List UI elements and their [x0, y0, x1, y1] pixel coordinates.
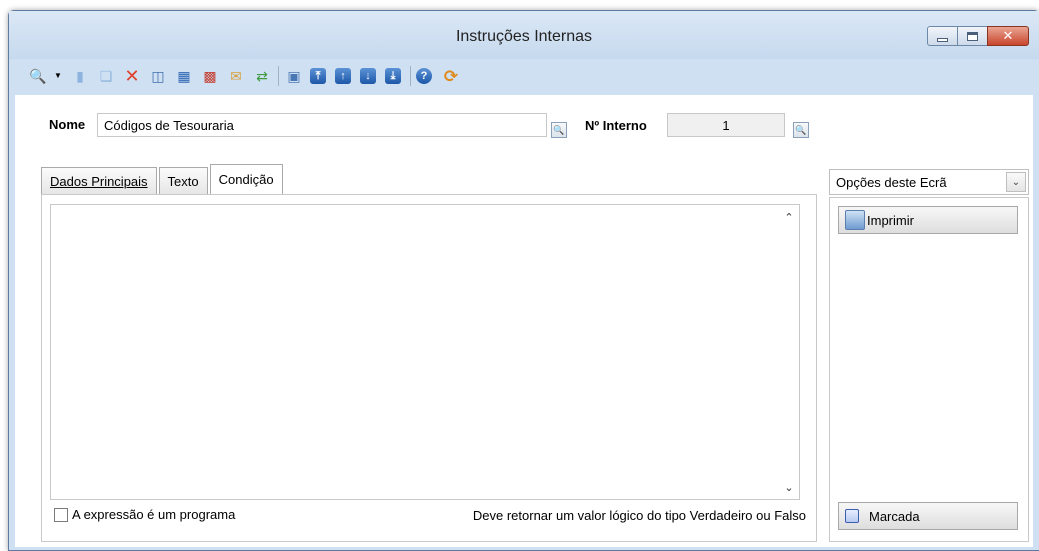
hierarchy-icon[interactable]: ▩ [200, 66, 220, 86]
refresh-icon[interactable]: ⇄ [252, 66, 272, 86]
tab-strip: Dados Principais Texto Condição [41, 163, 285, 195]
screen-options-value: Opções deste Ecrã [836, 175, 947, 190]
copy-icon[interactable]: ❏ [96, 66, 116, 86]
screen-options-dropdown[interactable]: Opções deste Ecrã ⌄ [829, 169, 1029, 195]
program-checkbox[interactable] [54, 507, 68, 522]
properties-icon[interactable]: ◫ [148, 66, 168, 86]
maximize-icon [967, 31, 978, 41]
scroll-up-icon[interactable]: ⌃ [781, 209, 797, 225]
tab-texto[interactable]: Texto [158, 167, 208, 194]
window-controls: ✕ [927, 26, 1029, 46]
delete-icon[interactable]: ✕ [122, 66, 142, 86]
vertical-scrollbar[interactable]: ⌃ ⌄ [781, 207, 797, 497]
close-icon: ✕ [1002, 28, 1014, 43]
condition-expression-textarea[interactable]: ⌃ ⌄ [50, 204, 800, 500]
dropdown-arrow-icon[interactable]: ▼ [54, 66, 62, 86]
nome-field[interactable]: Códigos de Tesouraria [97, 113, 547, 137]
condicao-panel: ⌃ ⌄ A expressão é um programa Deve retor… [41, 194, 817, 542]
nome-label: Nome [49, 117, 86, 132]
window-title: Instruções Internas [455, 28, 593, 45]
imprimir-label: Imprimir [867, 212, 914, 228]
app-window: Instruções Internas ✕ 🔍 ▼ ▮ ❏ ✕ ◫ ▦ ▩ ✉ … [8, 10, 1039, 551]
form-area: Nome Códigos de Tesouraria 🔍 Nº Interno … [15, 95, 1033, 547]
maximize-button[interactable] [957, 26, 988, 46]
interno-lookup-icon[interactable]: 🔍 [793, 122, 809, 138]
interno-field[interactable]: 1 [667, 113, 785, 137]
program-checkbox-row[interactable]: A expressão é um programa [54, 507, 235, 522]
imprimir-button[interactable]: Imprimir [838, 206, 1018, 234]
nome-lookup-icon[interactable]: 🔍 [551, 122, 567, 138]
interno-label: Nº Interno [585, 118, 647, 133]
title-bar[interactable]: Instruções Internas ✕ [9, 11, 1039, 59]
next-record-icon[interactable]: ↓ [360, 68, 376, 84]
program-checkbox-label: A expressão é um programa [72, 507, 236, 522]
tab-condicao[interactable]: Condição [209, 164, 283, 195]
marcada-button[interactable]: Marcada [838, 502, 1018, 530]
printer-icon [845, 210, 865, 230]
help-icon[interactable]: ? [416, 68, 432, 84]
toolbar: 🔍 ▼ ▮ ❏ ✕ ◫ ▦ ▩ ✉ ⇄ ▣ ⤒ ↑ ↓ ⤓ ? ⟳ [28, 63, 467, 89]
marker-icon [845, 509, 859, 523]
previous-record-icon[interactable]: ↑ [335, 68, 351, 84]
first-record-icon[interactable]: ⤒ [310, 68, 326, 84]
chevron-down-icon[interactable]: ⌄ [1006, 172, 1026, 192]
toolbar-separator [278, 66, 279, 86]
mail-icon[interactable]: ✉ [226, 66, 246, 86]
minimize-icon [937, 37, 948, 42]
condition-hint: Deve retornar um valor lógico do tipo Ve… [472, 508, 806, 523]
last-record-icon[interactable]: ⤓ [385, 68, 401, 84]
preview-icon[interactable]: ▣ [284, 66, 304, 86]
tab-dados-principais[interactable]: Dados Principais [41, 167, 157, 194]
exit-icon[interactable]: ⟳ [441, 66, 461, 86]
new-document-icon[interactable]: ▮ [70, 66, 90, 86]
marcada-label: Marcada [869, 508, 920, 524]
options-panel: Imprimir Marcada [829, 197, 1029, 542]
search-icon[interactable]: 🔍 [28, 66, 48, 86]
minimize-button[interactable] [927, 26, 958, 46]
table-icon[interactable]: ▦ [174, 66, 194, 86]
scroll-down-icon[interactable]: ⌄ [781, 479, 797, 495]
close-button[interactable]: ✕ [987, 26, 1029, 46]
toolbar-separator [410, 66, 411, 86]
